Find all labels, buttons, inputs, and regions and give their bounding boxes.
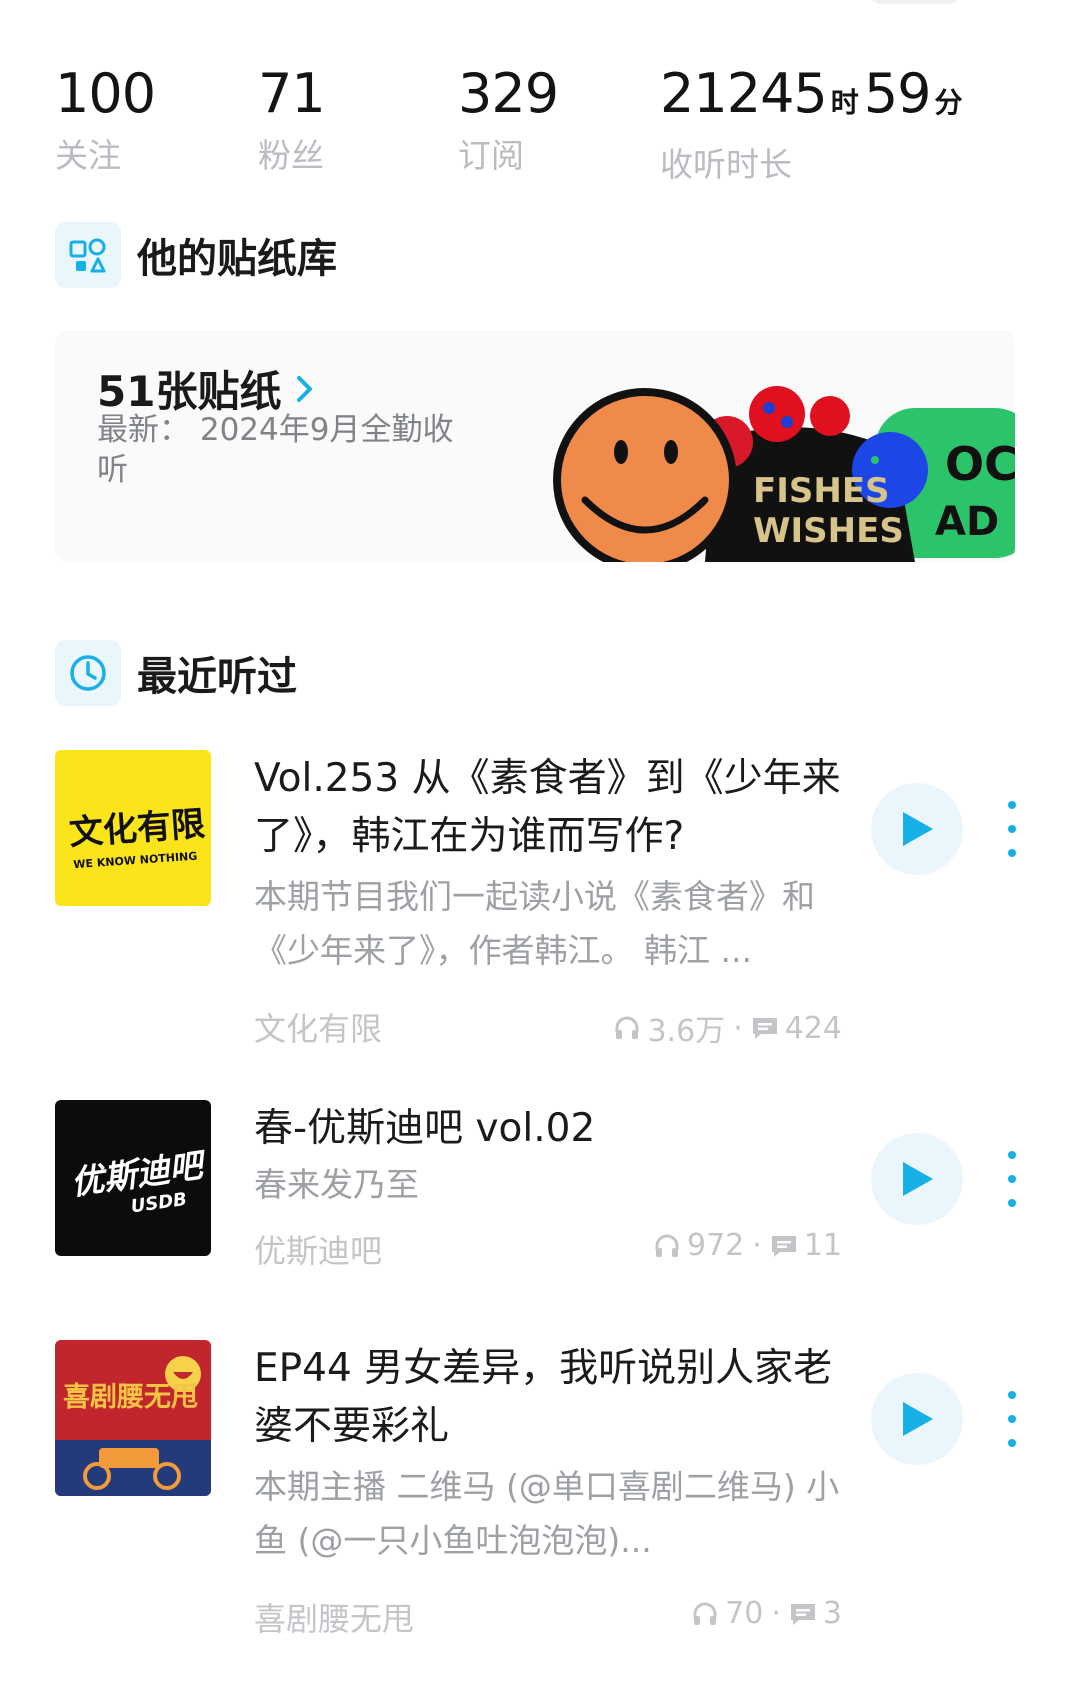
cover-title: 文化有限 — [68, 804, 206, 853]
episode-description: 本期主播 二维马 (@单口喜剧二维马) 小鱼 (@一只小鱼吐泡泡泡)... — [254, 1467, 840, 1560]
play-icon — [903, 1402, 933, 1436]
meta-separator: · — [733, 1010, 743, 1046]
episode-title[interactable]: Vol.253 从《素食者》到《少年来了》，韩江在为谁而写作? — [254, 750, 844, 866]
play-button[interactable] — [871, 1373, 963, 1465]
comment-icon — [771, 1235, 796, 1257]
stat-followers-label: 粉丝 — [258, 136, 324, 175]
sticker-card[interactable]: 51张贴纸 最新： 2024年9月全勤收听 OC AD FISHES WISHE… — [55, 330, 1015, 562]
play-count: 972 — [687, 1228, 745, 1263]
comment-count: 11 — [803, 1228, 842, 1263]
more-options-button[interactable] — [998, 1391, 1026, 1447]
episode-meta: 70 · 3 — [691, 1596, 842, 1631]
smiley-sticker — [553, 388, 737, 562]
stat-listen-time[interactable]: 21245 时 59 分 收听时长 — [660, 62, 968, 185]
recent-section-header: 最近听过 — [55, 640, 297, 706]
stat-followers[interactable]: 71 粉丝 — [258, 62, 326, 176]
play-button[interactable] — [871, 1133, 963, 1225]
headphones-icon — [615, 1016, 639, 1039]
play-icon — [903, 1162, 933, 1196]
listen-minutes-unit: 分 — [934, 86, 963, 119]
cover-title: 喜剧腰无甩 — [63, 1382, 198, 1413]
meta-separator: · — [752, 1228, 762, 1263]
podcast-cover[interactable]: 文化有限 WE KNOW NOTHING — [55, 750, 211, 906]
cover-title: 优斯迪吧 — [68, 1145, 209, 1203]
sticker-text-fishes: FISHES — [753, 471, 890, 511]
episode-meta: 3.6万 · 424 — [613, 1006, 842, 1050]
listen-minutes: 59 — [863, 62, 932, 125]
sticker-text-wishes: WISHES — [753, 511, 904, 551]
episode-meta: 972 · 11 — [653, 1228, 842, 1263]
stat-subscriptions-value: 329 — [458, 62, 559, 125]
sticker-latest: 最新： 2024年9月全勤收听 — [97, 412, 454, 488]
stat-following[interactable]: 100 关注 — [55, 62, 156, 176]
meta-separator: · — [771, 1596, 781, 1631]
headphones-icon — [655, 1234, 679, 1257]
top-handle — [870, 0, 960, 4]
stat-following-value: 100 — [55, 62, 156, 125]
sticker-section-header: 他的贴纸库 — [55, 222, 337, 288]
more-options-button[interactable] — [998, 801, 1026, 857]
podcast-name[interactable]: 喜剧腰无甩 — [254, 1594, 414, 1640]
shapes-icon — [55, 222, 121, 288]
stat-listen-time-value: 21245 时 59 分 — [660, 62, 968, 135]
comment-count: 424 — [784, 1010, 842, 1046]
cover-subtitle: WE KNOW NOTHING — [73, 850, 198, 872]
play-button[interactable] — [871, 783, 963, 875]
headphones-icon — [693, 1602, 717, 1625]
play-count: 70 — [725, 1596, 764, 1631]
play-icon — [903, 812, 933, 846]
stat-followers-value: 71 — [258, 62, 326, 125]
podcast-name[interactable]: 文化有限 — [254, 1004, 382, 1050]
listen-hours-unit: 时 — [830, 86, 859, 119]
stat-listen-time-label: 收听时长 — [660, 145, 792, 184]
comment-icon — [790, 1603, 815, 1625]
episode-description: 本期节目我们一起读小说《素食者》和《少年来了》，作者韩江。 韩江 ... — [254, 877, 815, 970]
sticker-stack: OC AD FISHES WISHES — [553, 386, 1015, 562]
episode-title[interactable]: 春-优斯迪吧 vol.02 — [254, 1100, 844, 1158]
episode-title[interactable]: EP44 男女差异，我听说别人家老婆不要彩礼 — [254, 1340, 844, 1456]
podcast-cover[interactable]: 优斯迪吧 USDB — [55, 1100, 211, 1256]
podcast-name[interactable]: 优斯迪吧 — [254, 1226, 382, 1272]
sticker-section-title: 他的贴纸库 — [137, 236, 337, 282]
more-options-button[interactable] — [998, 1151, 1026, 1207]
episode-description: 春来发乃至 — [254, 1165, 419, 1204]
podcast-cover[interactable]: 喜剧腰无甩 — [55, 1340, 211, 1496]
comment-icon — [752, 1018, 777, 1039]
listen-hours: 21245 — [660, 62, 828, 125]
clock-icon — [55, 640, 121, 706]
stat-subscriptions-label: 订阅 — [458, 136, 524, 175]
play-count: 3.6万 — [647, 1014, 726, 1049]
sticker-text-ad: AD — [935, 499, 999, 545]
stat-following-label: 关注 — [55, 136, 121, 175]
stats-row: 100 关注 71 粉丝 329 订阅 21245 时 59 分 收听时长 — [0, 62, 1080, 192]
recent-section-title: 最近听过 — [137, 654, 297, 700]
stat-subscriptions[interactable]: 329 订阅 — [458, 62, 559, 176]
chevron-right-icon — [297, 375, 313, 402]
sticker-text-oc: OC — [945, 437, 1015, 491]
comment-count: 3 — [822, 1596, 842, 1631]
